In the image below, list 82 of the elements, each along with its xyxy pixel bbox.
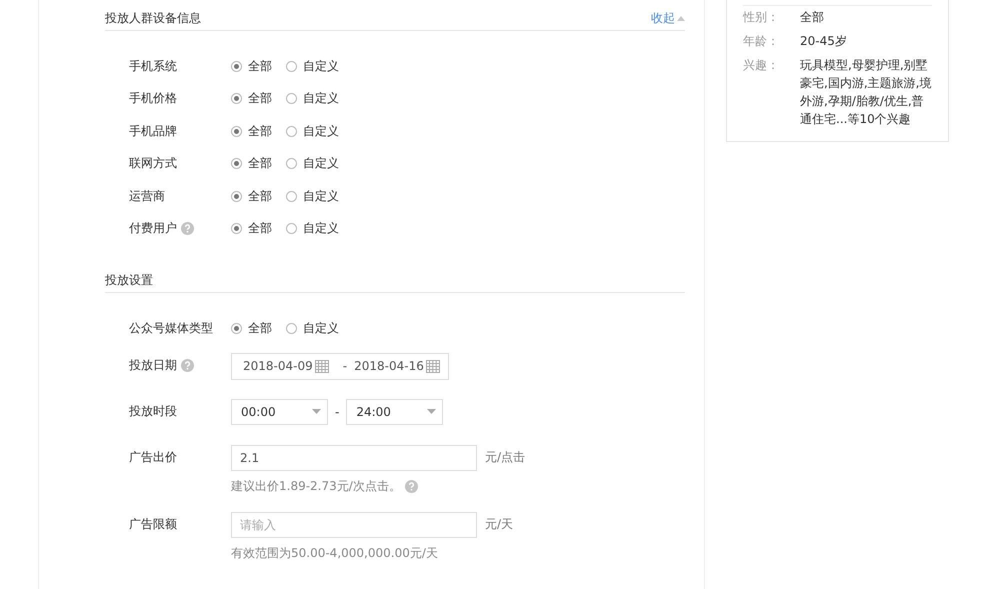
radio-option[interactable]: 自定义 xyxy=(286,156,339,172)
radio-option[interactable]: 全部 xyxy=(231,90,272,106)
radio-button[interactable] xyxy=(286,190,297,202)
radio-button[interactable] xyxy=(286,60,297,72)
end-date: 2018-04-16 xyxy=(354,359,424,373)
radio-button[interactable] xyxy=(231,223,242,234)
calendar-icon[interactable] xyxy=(314,359,329,373)
radio-button[interactable] xyxy=(231,60,242,72)
caret-icon xyxy=(677,16,685,21)
dropdown-caret-icon xyxy=(427,409,436,414)
radio-option[interactable]: 自定义 xyxy=(286,188,339,204)
option-label: 自定义 xyxy=(303,188,339,204)
field-label: 联网方式 xyxy=(129,155,177,172)
summary-value: 玩具模型,母婴护理,别墅豪宅,国内游,主题旅游,境外游,孕期/胎教/优生,普通住宅...等10个兴趣 xyxy=(800,57,932,128)
field-label: 运营商 xyxy=(129,188,165,204)
option-label: 全部 xyxy=(248,58,272,74)
hint-text: 有效范围为50.00-4,000,000.00元/天 xyxy=(231,544,438,562)
radio-option[interactable]: 全部 xyxy=(231,188,272,204)
range-separator: - xyxy=(335,404,340,418)
option-label: 全部 xyxy=(248,188,272,204)
summary-value: 20-45岁 xyxy=(800,33,848,50)
help-icon[interactable] xyxy=(181,358,194,372)
summary-label: 年龄： xyxy=(743,33,780,50)
start-date: 2018-04-09 xyxy=(243,359,313,373)
hint-text: 建议出价1.89-2.73元/次点击。 xyxy=(231,478,401,494)
range-separator: - xyxy=(342,359,348,373)
help-icon[interactable] xyxy=(404,480,418,492)
radio-button[interactable] xyxy=(286,158,297,169)
field-label: 投放日期 xyxy=(129,356,177,374)
date-range-field[interactable]: 2018-04-09 - 2018-04-16 xyxy=(231,352,449,380)
radio-button[interactable] xyxy=(231,126,242,136)
option-label: 自定义 xyxy=(303,220,339,237)
field-label: 广告限额 xyxy=(129,516,177,532)
option-label: 自定义 xyxy=(303,122,339,140)
radio-option[interactable]: 自定义 xyxy=(286,320,339,336)
radio-option[interactable]: 全部 xyxy=(231,220,272,236)
option-label: 自定义 xyxy=(303,58,339,74)
radio-option[interactable]: 全部 xyxy=(231,123,272,139)
radio-option[interactable]: 自定义 xyxy=(286,123,339,139)
section-title: 投放设置 xyxy=(105,272,153,289)
summary-label: 性别： xyxy=(743,9,780,26)
radio-button[interactable] xyxy=(286,322,297,334)
radio-button[interactable] xyxy=(231,93,242,104)
radio-option[interactable]: 自定义 xyxy=(286,90,339,106)
radio-option[interactable]: 全部 xyxy=(231,58,272,74)
summary-label: 兴趣： xyxy=(743,57,780,74)
radio-option[interactable]: 全部 xyxy=(231,156,272,172)
radio-button[interactable] xyxy=(231,158,242,169)
input-field[interactable]: 2.1 xyxy=(231,444,477,470)
end-time-select[interactable]: 24:00 xyxy=(346,398,444,424)
unit-label: 元/天 xyxy=(485,516,514,533)
field-label: 手机品牌 xyxy=(129,122,177,140)
section-title: 投放人群设备信息 xyxy=(105,10,201,27)
radio-button[interactable] xyxy=(231,190,242,202)
option-label: 全部 xyxy=(248,320,272,336)
radio-option[interactable]: 自定义 xyxy=(286,220,339,236)
field-label: 公众号媒体类型 xyxy=(129,320,213,336)
option-label: 自定义 xyxy=(303,90,339,107)
radio-button[interactable] xyxy=(286,223,297,234)
calendar-icon[interactable] xyxy=(426,359,440,373)
help-icon[interactable] xyxy=(181,222,194,235)
option-label: 自定义 xyxy=(303,155,339,172)
option-label: 全部 xyxy=(248,155,272,172)
field-label: 手机价格 xyxy=(129,90,177,107)
option-label: 全部 xyxy=(248,90,272,107)
unit-label: 元/点击 xyxy=(485,449,526,466)
option-label: 全部 xyxy=(248,122,272,140)
summary-value: 全部 xyxy=(800,9,825,26)
dropdown-caret-icon xyxy=(312,409,321,414)
start-time-select[interactable]: 00:00 xyxy=(231,398,328,424)
option-label: 自定义 xyxy=(303,320,339,336)
field-label: 广告出价 xyxy=(129,448,177,466)
radio-option[interactable]: 自定义 xyxy=(286,58,339,74)
radio-button[interactable] xyxy=(286,126,297,136)
input-field[interactable]: 请输入 xyxy=(231,512,477,538)
field-label: 投放时段 xyxy=(129,402,177,420)
radio-button[interactable] xyxy=(231,322,242,334)
field-label: 付费用户 xyxy=(129,220,177,237)
radio-button[interactable] xyxy=(286,93,297,104)
option-label: 全部 xyxy=(248,220,272,237)
radio-option[interactable]: 全部 xyxy=(231,320,272,336)
field-label: 手机系统 xyxy=(129,58,177,74)
